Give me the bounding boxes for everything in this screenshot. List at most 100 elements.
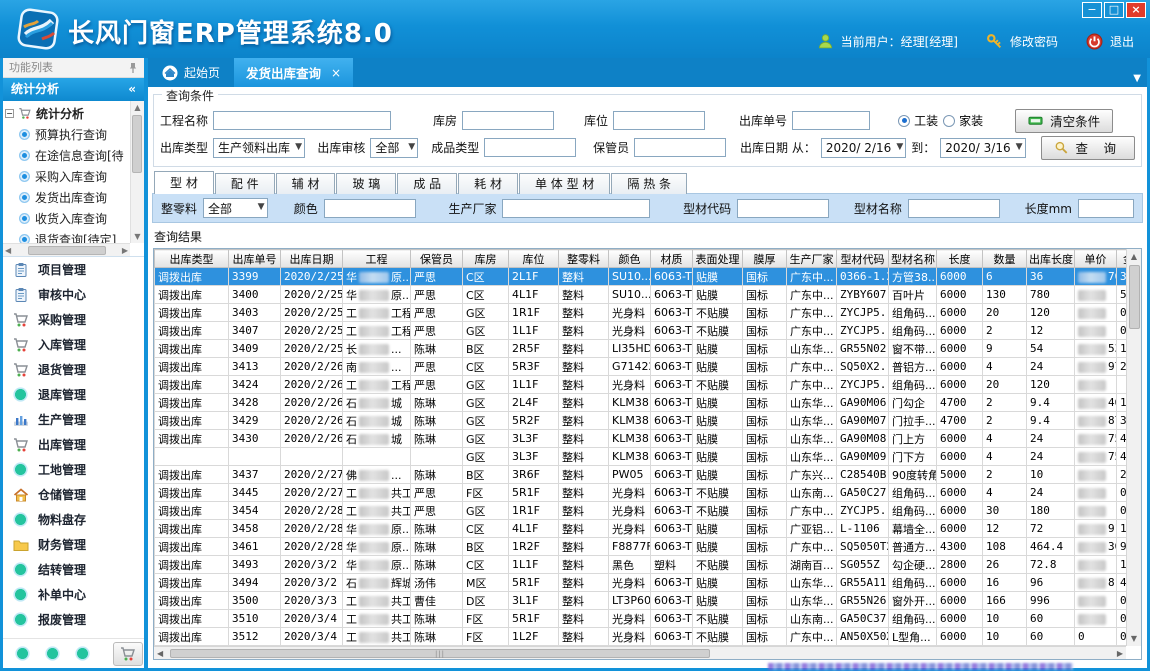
out-type-select[interactable]: 生产领料出库▼	[213, 138, 305, 158]
scroll-up-icon[interactable]: ▲	[134, 103, 140, 112]
change-password-link[interactable]: 修改密码	[1010, 33, 1058, 50]
table-row-8[interactable]: 调拨出库34282020/2/26石城陈琳G区2L4F整料KLM38176063…	[155, 394, 1141, 412]
sidebar-item-2[interactable]: 审核中心	[3, 282, 144, 307]
material-tab-5[interactable]: 成 品	[397, 173, 457, 194]
logout-link[interactable]: 退出	[1110, 33, 1134, 50]
profile-code-input[interactable]	[737, 199, 829, 218]
clear-conditions-button[interactable]: 清空条件	[1015, 109, 1113, 133]
tree-item-4[interactable]: 发货出库查询	[5, 187, 129, 208]
keeper-input[interactable]	[634, 138, 726, 157]
scroll-left-icon[interactable]: ◀	[5, 246, 11, 255]
column-header-10[interactable]: 材质	[651, 250, 693, 268]
table-row-15[interactable]: 调拨出库34582020/2/28华原...陈琳C区4L1F整料光身料6063-…	[155, 520, 1141, 538]
table-row-12[interactable]: 调拨出库34372020/2/27佛...陈琳B区3R6F整料PW056063-…	[155, 466, 1141, 484]
column-header-3[interactable]: 出库日期	[281, 250, 343, 268]
scroll-right-icon[interactable]: ▶	[1117, 649, 1123, 658]
sidebar-item-13[interactable]: 结转管理	[3, 557, 144, 582]
table-row-20[interactable]: 调拨出库35102020/3/4工共工程陈琳F区5R1F整料光身料6063-T5…	[155, 610, 1141, 628]
date-to-picker[interactable]: 2020/ 3/16▼	[940, 138, 1025, 158]
radio-jiazhuang[interactable]: 家装	[943, 112, 983, 129]
search-button[interactable]: 查 询	[1041, 136, 1135, 160]
table-row-13[interactable]: 调拨出库34452020/2/27工共工程严思F区5R1F整料光身料6063-T…	[155, 484, 1141, 502]
table-row-21[interactable]: 调拨出库35122020/3/4工共工程陈琳F区1L2F整料光身料6063-T5…	[155, 628, 1141, 646]
material-tab-4[interactable]: 玻 璃	[336, 173, 396, 194]
table-row-6[interactable]: 调拨出库34132020/2/26南...严思C区5R3F整料G71422606…	[155, 358, 1141, 376]
sidebar-item-1[interactable]: 项目管理	[3, 257, 144, 282]
sidebar-item-8[interactable]: 出库管理	[3, 432, 144, 457]
close-button[interactable]: ×	[1126, 2, 1146, 18]
warehouse-input[interactable]	[462, 111, 554, 130]
tree-item-2[interactable]: 在途信息查询[待	[5, 145, 129, 166]
scroll-down-icon[interactable]: ▼	[134, 232, 140, 241]
table-row-10[interactable]: 调拨出库34302020/2/26石城陈琳G区3L3F整料KLM38176063…	[155, 430, 1141, 448]
maximize-button[interactable]: □	[1104, 2, 1124, 18]
column-header-7[interactable]: 库位	[509, 250, 559, 268]
column-header-13[interactable]: 生产厂家	[787, 250, 837, 268]
table-row-11[interactable]: G区3L3F整料KLM38176063-T5贴膜国标山东华...GA90M09.…	[155, 448, 1141, 466]
scroll-left-icon[interactable]: ◀	[157, 649, 163, 658]
profile-name-input[interactable]	[908, 199, 1000, 218]
sidebar-item-6[interactable]: 退库管理	[3, 382, 144, 407]
date-from-picker[interactable]: 2020/ 2/16▼	[821, 138, 906, 158]
sidebar-item-9[interactable]: 工地管理	[3, 457, 144, 482]
scroll-down-icon[interactable]: ▼	[1131, 634, 1137, 643]
circle-icon[interactable]	[45, 646, 60, 661]
material-tab-3[interactable]: 辅 材	[276, 173, 336, 194]
minimize-button[interactable]: −	[1082, 2, 1102, 18]
scroll-right-icon[interactable]: ▶	[122, 246, 128, 255]
quick-cart-button[interactable]	[113, 642, 143, 666]
sidebar-item-7[interactable]: 生产管理	[3, 407, 144, 432]
length-mm-input[interactable]	[1078, 199, 1134, 218]
tree-root[interactable]: − 统计分析	[5, 103, 129, 124]
table-vertical-scrollbar[interactable]: ▲▼	[1126, 249, 1141, 646]
table-row-14[interactable]: 调拨出库34542020/2/28工共工程严思G区1R1F整料光身料6063-T…	[155, 502, 1141, 520]
table-row-1[interactable]: 调拨出库33992020/2/25华原...严思C区2L1F整料SU10...6…	[155, 268, 1141, 286]
material-tab-6[interactable]: 耗 材	[458, 173, 518, 194]
column-header-4[interactable]: 工程	[343, 250, 411, 268]
sidebar-item-15[interactable]: 报废管理	[3, 607, 144, 632]
tab-home[interactable]: 起始页	[148, 58, 234, 87]
column-header-11[interactable]: 表面处理	[693, 250, 743, 268]
column-header-1[interactable]: 出库类型	[155, 250, 229, 268]
table-row-4[interactable]: 调拨出库34072020/2/25工工程严思G区1L1F整料光身料6063-T5…	[155, 322, 1141, 340]
column-header-16[interactable]: 长度	[937, 250, 983, 268]
material-tab-7[interactable]: 单 体 型 材	[519, 173, 610, 194]
material-tab-8[interactable]: 隔 热 条	[611, 173, 687, 194]
circle-icon[interactable]	[75, 646, 90, 661]
table-row-17[interactable]: 调拨出库34932020/3/2华原...陈琳C区1L1F整料黑色塑料不贴膜国标…	[155, 556, 1141, 574]
project-name-input[interactable]	[213, 111, 391, 130]
table-row-9[interactable]: 调拨出库34292020/2/26石城陈琳G区5R2F整料KLM38176063…	[155, 412, 1141, 430]
column-header-8[interactable]: 整零料	[559, 250, 609, 268]
column-header-14[interactable]: 型材代码	[837, 250, 889, 268]
statistics-group-header[interactable]: 统计分析 «	[3, 78, 144, 101]
tab-close-icon[interactable]: ×	[331, 66, 341, 80]
tree-hscroll-thumb[interactable]	[28, 246, 106, 255]
tree-item-1[interactable]: 预算执行查询	[5, 124, 129, 145]
column-header-19[interactable]: 单价	[1075, 250, 1117, 268]
table-vscroll-thumb[interactable]	[1129, 265, 1140, 329]
collapse-icon[interactable]: «	[128, 78, 136, 101]
material-tab-2[interactable]: 配 件	[215, 173, 275, 194]
table-hscroll-thumb[interactable]: |||	[170, 649, 710, 658]
out-audit-select[interactable]: 全部▼	[370, 138, 418, 158]
pin-icon[interactable]	[128, 62, 138, 74]
color-input[interactable]	[324, 199, 416, 218]
order-no-input[interactable]	[792, 111, 870, 130]
circle-icon[interactable]	[15, 646, 30, 661]
tab-list-dropdown-icon[interactable]: ▼	[1133, 73, 1141, 84]
tree-horizontal-scrollbar[interactable]: ◀▶	[3, 243, 130, 256]
column-header-9[interactable]: 颜色	[609, 250, 651, 268]
sidebar-item-3[interactable]: 采购管理	[3, 307, 144, 332]
table-row-5[interactable]: 调拨出库34092020/2/25长...陈琳B区2R5F整料LI35HD606…	[155, 340, 1141, 358]
column-header-5[interactable]: 保管员	[411, 250, 463, 268]
table-horizontal-scrollbar[interactable]: ◀ ▶ |||	[154, 646, 1126, 659]
sidebar-item-10[interactable]: 仓储管理	[3, 482, 144, 507]
tree-item-6[interactable]: 退货查询[待定]	[5, 229, 129, 243]
table-row-18[interactable]: 调拨出库34942020/3/2石辉城汤伟M区5R1F整料光身料6063-T5贴…	[155, 574, 1141, 592]
scroll-up-icon[interactable]: ▲	[1131, 252, 1137, 261]
radio-gongzhuang[interactable]: 工装	[898, 112, 938, 129]
factory-input[interactable]	[502, 199, 650, 218]
tree-vscroll-thumb[interactable]	[132, 115, 142, 173]
tree-expander-icon[interactable]: −	[5, 109, 14, 118]
sidebar-item-4[interactable]: 入库管理	[3, 332, 144, 357]
